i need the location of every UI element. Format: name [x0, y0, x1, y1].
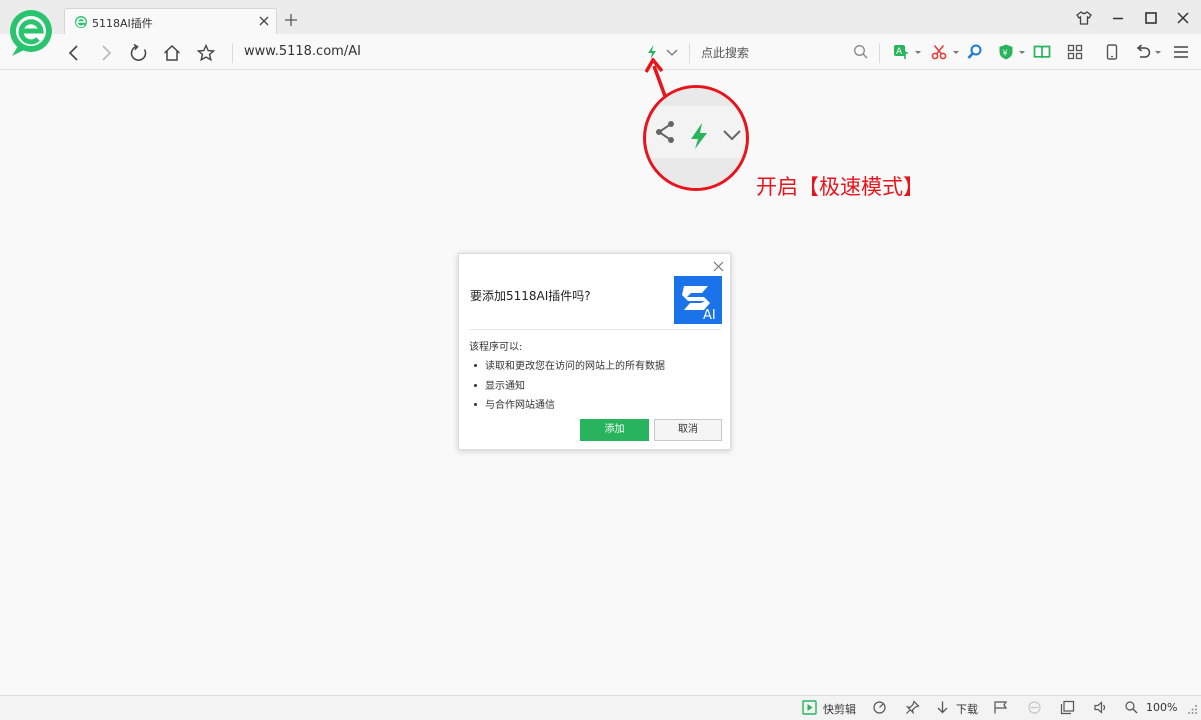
mobile-device-icon[interactable]	[1103, 43, 1121, 61]
window-layout-icon[interactable]	[1060, 700, 1075, 715]
pin-icon[interactable]	[905, 700, 920, 715]
volume-icon[interactable]	[1093, 700, 1108, 715]
permission-item: 显示通知	[474, 377, 525, 392]
dialog-close-icon[interactable]	[713, 261, 724, 272]
speedometer-icon[interactable]	[872, 700, 887, 715]
search-separator	[689, 43, 690, 63]
dialog-subtitle: 该程序可以:	[469, 342, 523, 353]
zoomed-toolbar-icons	[646, 88, 746, 188]
search-input[interactable]: 点此搜索	[701, 44, 749, 61]
zoom-icon[interactable]	[1124, 700, 1139, 715]
tab-5118ai[interactable]: 5118AI插件	[64, 8, 277, 35]
add-extension-dialog: 要添加5118AI插件吗? AI 该程序可以: 读取和更改您在访问的网站上的所有…	[458, 253, 731, 450]
zoomed-chevron-icon	[723, 130, 741, 141]
zoomed-lightning-icon	[691, 123, 707, 149]
new-tab-plus-icon[interactable]	[283, 12, 299, 28]
translate-icon[interactable]: A	[892, 43, 910, 61]
dialog-title: 要添加5118AI插件吗?	[470, 289, 591, 303]
back-icon[interactable]	[64, 43, 84, 63]
tab-title: 5118AI插件	[92, 17, 153, 30]
zoom-level[interactable]: 100%	[1146, 701, 1177, 714]
home-icon[interactable]	[162, 43, 182, 63]
flag-icon[interactable]	[993, 700, 1008, 715]
dialog-divider	[469, 329, 721, 330]
ie-compat-icon[interactable]	[1027, 700, 1042, 715]
svg-text:¥: ¥	[1003, 49, 1008, 58]
address-separator	[232, 43, 233, 63]
screenshot-scissors-icon[interactable]	[930, 43, 948, 61]
tools-separator	[879, 43, 880, 63]
menu-hamburger-icon[interactable]	[1172, 43, 1190, 61]
status-bar: 快剪辑 下载 100%	[0, 695, 1201, 720]
forward-icon[interactable]	[96, 43, 116, 63]
title-bar: 5118AI插件	[0, 0, 1201, 56]
speed-mode-annotation: 开启【极速模式】	[756, 175, 924, 199]
browser-logo-icon[interactable]	[8, 8, 54, 58]
svg-text:A: A	[896, 47, 903, 57]
cancel-button[interactable]: 取消	[654, 419, 722, 441]
undo-caret-icon[interactable]	[1155, 50, 1161, 55]
zoom-callout-circle	[643, 85, 749, 191]
magnifier-search-icon[interactable]	[966, 43, 984, 61]
add-button[interactable]: 添加	[580, 419, 649, 441]
5118-ai-logo-icon: AI	[674, 276, 722, 324]
maximize-icon[interactable]	[1142, 9, 1160, 27]
download-arrow-icon[interactable]	[935, 700, 950, 715]
permission-item: 读取和更改您在访问的网站上的所有数据	[474, 357, 665, 372]
apps-grid-icon[interactable]	[1066, 43, 1084, 61]
quick-clip-label[interactable]: 快剪辑	[823, 701, 856, 717]
zoomed-share-icon	[656, 121, 674, 143]
undo-icon[interactable]	[1134, 43, 1152, 61]
logo-ai-text: AI	[703, 308, 716, 323]
refresh-icon[interactable]	[129, 43, 149, 63]
skin-shirt-icon[interactable]	[1075, 9, 1093, 27]
download-label[interactable]: 下载	[956, 701, 978, 717]
tab-close-icon[interactable]	[257, 14, 271, 28]
navigation-bar: www.5118.com/AI 点此搜索 A ¥	[0, 34, 1201, 70]
ie-leaf-icon	[75, 16, 87, 28]
search-icon[interactable]	[852, 43, 870, 61]
translate-caret-icon[interactable]	[915, 50, 921, 55]
favorite-star-icon[interactable]	[196, 43, 216, 63]
resize-grip-icon[interactable]	[1186, 703, 1198, 715]
shield-caret-icon[interactable]	[1019, 50, 1025, 55]
scissors-caret-icon[interactable]	[953, 50, 959, 55]
reading-book-icon[interactable]	[1033, 43, 1051, 61]
address-input[interactable]: www.5118.com/AI	[244, 44, 361, 59]
permission-item: 与合作网站通信	[474, 396, 555, 411]
close-window-icon[interactable]	[1174, 9, 1192, 27]
quick-clip-play-icon[interactable]	[802, 700, 817, 715]
shield-security-icon[interactable]: ¥	[997, 43, 1015, 61]
minimize-icon[interactable]	[1109, 9, 1127, 27]
